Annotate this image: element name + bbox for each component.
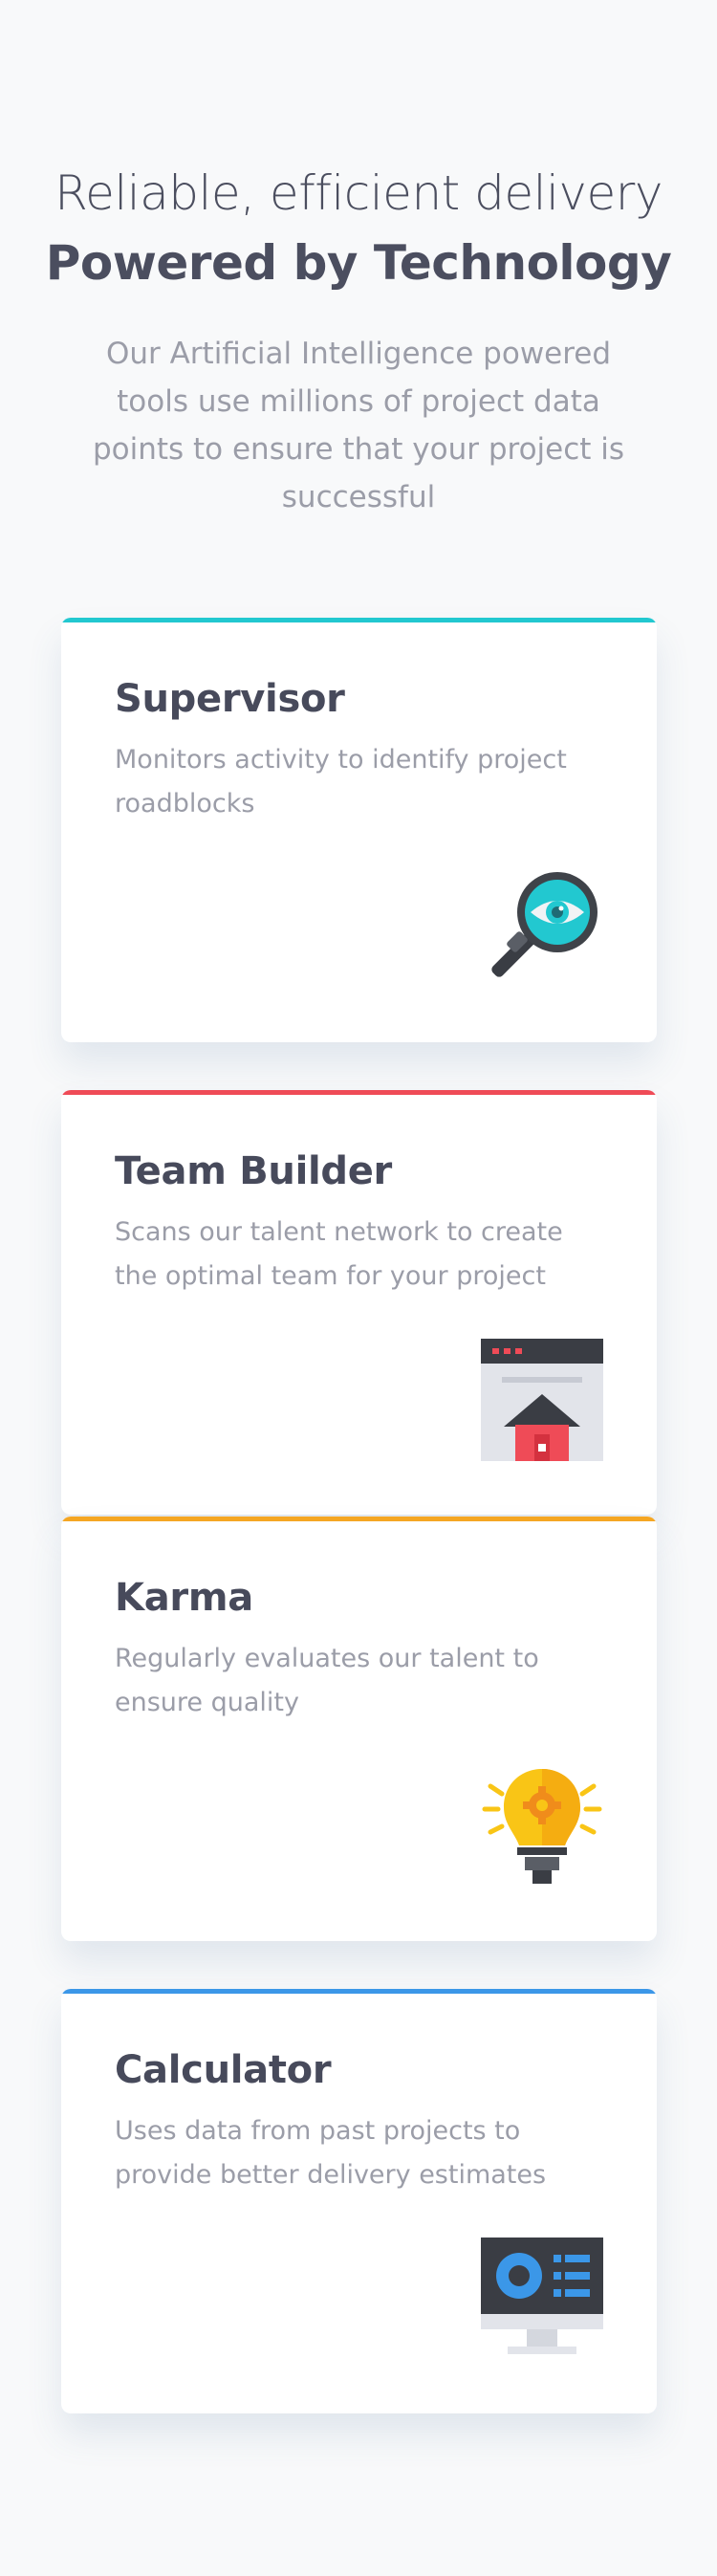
card-title: Supervisor — [115, 677, 345, 721]
card-team-builder: Team Builder Scans our talent network to… — [61, 1090, 657, 1515]
monitor-chart-icon — [481, 2238, 603, 2360]
magnifier-eye-icon — [481, 866, 603, 989]
card-description: Monitors activity to identify project ro… — [115, 745, 567, 819]
card-calculator: Calculator Uses data from past projects … — [61, 1989, 657, 2413]
card-description: Scans our talent network to create the o… — [115, 1217, 563, 1291]
hero-title-bold: Powered by Technology — [45, 235, 672, 291]
card-karma: Karma Regularly evaluates our talent to … — [61, 1517, 657, 1941]
hero-subtitle: Our Artificial Intelligence powered tool… — [92, 337, 625, 514]
card-description: Regularly evaluates our talent to ensure… — [115, 1644, 539, 1717]
lightbulb-gear-icon — [481, 1765, 603, 1888]
card-title: Karma — [115, 1576, 253, 1620]
browser-house-icon — [481, 1339, 603, 1461]
hero-title-light: Reliable, efficient delivery — [54, 165, 663, 221]
card-description: Uses data from past projects to provide … — [115, 2116, 547, 2190]
card-title: Calculator — [115, 2048, 332, 2092]
card-title: Team Builder — [115, 1149, 392, 1193]
card-supervisor: Supervisor Monitors activity to identify… — [61, 618, 657, 1042]
